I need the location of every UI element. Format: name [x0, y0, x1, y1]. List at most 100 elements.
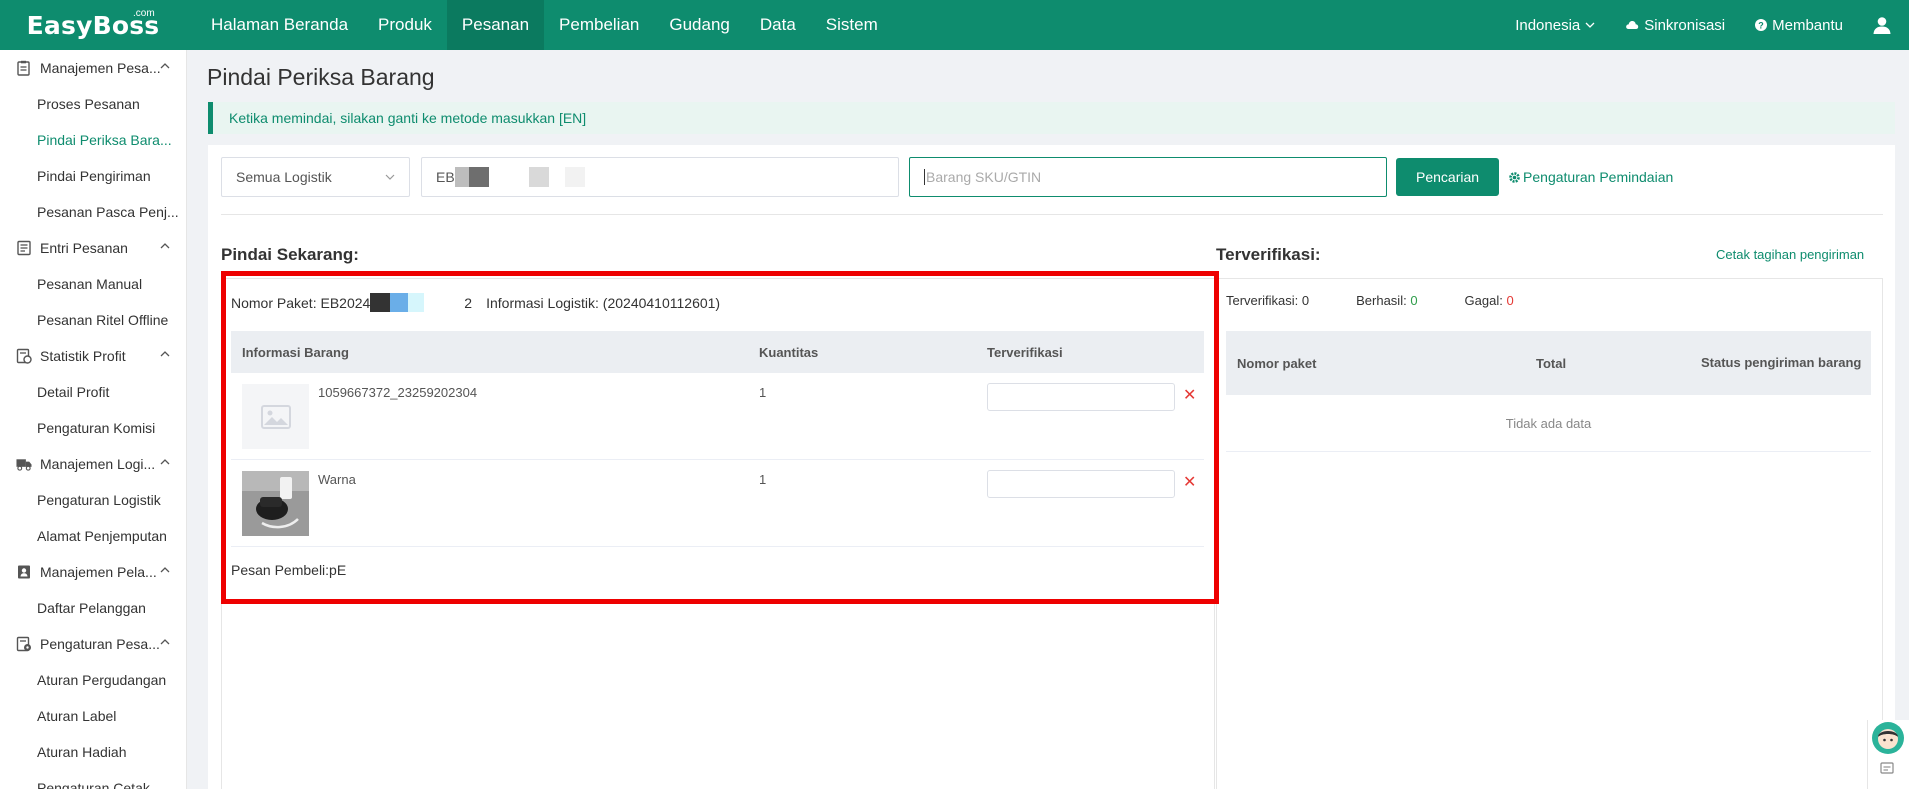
redaction-block — [528, 167, 549, 187]
sidebar-group-customers[interactable]: Manajemen Pela... — [0, 554, 186, 590]
chevron-up-icon — [160, 243, 170, 249]
help-button[interactable]: ? Membantu — [1755, 17, 1843, 34]
cloud-icon — [1626, 20, 1639, 29]
sidebar-group-label: Manajemen Logi... — [40, 456, 156, 472]
search-button[interactable]: Pencarian — [1396, 158, 1500, 196]
chevron-up-icon — [160, 567, 170, 573]
column-header: Status pengiriman barang — [1701, 355, 1862, 370]
gear-icon — [1509, 171, 1520, 183]
scan-settings-label: Pengaturan Pemindaian — [1523, 169, 1674, 185]
sidebar-group-logistics[interactable]: Manajemen Logi... — [0, 446, 186, 482]
scan-toolbar: Semua Logistik EB Barang SKU/GTIN Pencar… — [221, 157, 1673, 197]
verified-table: Nomor paket Total Status pengiriman bara… — [1226, 331, 1871, 452]
chevron-up-icon — [160, 351, 170, 357]
stat-fail-label: Gagal: — [1464, 293, 1503, 308]
table-header: Nomor paket Total Status pengiriman bara… — [1226, 331, 1871, 395]
sku-gtin-input[interactable]: Barang SKU/GTIN — [909, 157, 1387, 197]
package-number-input[interactable]: EB — [421, 157, 899, 197]
sidebar-item-alamat-penjemputan[interactable]: Alamat Penjemputan — [0, 518, 186, 554]
redaction-block — [564, 167, 585, 187]
language-selector[interactable]: Indonesia — [1515, 17, 1595, 34]
stat-success-label: Berhasil: — [1356, 293, 1407, 308]
print-shipping-bill-link[interactable]: Cetak tagihan pengiriman — [1716, 247, 1864, 262]
truck-icon — [16, 456, 32, 472]
sidebar-group-order-management[interactable]: Manajemen Pesa... — [0, 50, 186, 86]
sync-button[interactable]: Sinkronisasi — [1625, 17, 1725, 34]
brand-logo-sup: .com — [133, 8, 155, 19]
logistics-select-value: Semua Logistik — [236, 169, 332, 185]
sidebar-group-label: Manajemen Pela... — [40, 564, 157, 580]
info-alert: Ketika memindai, silakan ganti ke metode… — [208, 102, 1895, 134]
contacts-icon — [16, 564, 32, 580]
chevron-up-icon — [160, 63, 170, 69]
sku-gtin-placeholder: Barang SKU/GTIN — [926, 169, 1042, 185]
redaction-block — [548, 167, 565, 187]
nav-item-produk[interactable]: Produk — [363, 0, 447, 50]
brand-logo[interactable]: EasyBoss .com — [0, 0, 186, 50]
verified-panel: Terverifikasi: 0 Berhasil: 0 Gagal: 0 No… — [1216, 278, 1883, 789]
sidebar-item-pesanan-ritel[interactable]: Pesanan Ritel Offline — [0, 302, 186, 338]
floating-tools — [1867, 720, 1909, 789]
stat-success: Berhasil: 0 — [1356, 293, 1417, 308]
top-right-tools: Indonesia Sinkronisasi ? Membantu — [1515, 0, 1909, 50]
chevron-down-icon — [385, 174, 395, 180]
settings-document-icon — [16, 636, 32, 652]
sidebar-item-pesanan-pasca[interactable]: Pesanan Pasca Penj... — [0, 194, 186, 230]
stat-fail: Gagal: 0 — [1465, 293, 1514, 308]
package-input-value: EB — [436, 169, 455, 185]
stat-success-value: 0 — [1410, 293, 1418, 308]
divider — [221, 214, 1883, 215]
sidebar-item-aturan-hadiah[interactable]: Aturan Hadiah — [0, 734, 186, 770]
redaction-block — [488, 167, 529, 187]
top-navbar: EasyBoss .com Halaman Beranda Produk Pes… — [0, 0, 1909, 50]
nav-item-pesanan[interactable]: Pesanan — [446, 0, 545, 50]
text-cursor — [924, 169, 925, 185]
nav-item-pembelian[interactable]: Pembelian — [544, 0, 654, 50]
user-menu[interactable] — [1873, 16, 1891, 34]
support-avatar[interactable] — [1872, 722, 1904, 754]
clipboard-icon — [16, 60, 32, 76]
feedback-icon[interactable] — [1880, 762, 1894, 779]
question-circle-icon: ? — [1755, 19, 1768, 31]
sidebar-item-proses-pesanan[interactable]: Proses Pesanan — [0, 86, 186, 122]
logistics-select[interactable]: Semua Logistik — [221, 157, 410, 197]
nav-item-gudang[interactable]: Gudang — [654, 0, 745, 50]
language-label: Indonesia — [1515, 16, 1581, 34]
nav-item-sistem[interactable]: Sistem — [811, 0, 893, 50]
sidebar-item-pengaturan-logistik[interactable]: Pengaturan Logistik — [0, 482, 186, 518]
sidebar-item-aturan-pergudangan[interactable]: Aturan Pergudangan — [0, 662, 186, 698]
main-nav: Halaman Beranda Produk Pesanan Pembelian… — [196, 0, 893, 50]
sidebar-item-aturan-label[interactable]: Aturan Label — [0, 698, 186, 734]
sidebar-group-label: Statistik Profit — [40, 348, 126, 364]
column-header: Nomor paket — [1237, 355, 1317, 371]
sidebar-item-daftar-pelanggan[interactable]: Daftar Pelanggan — [0, 590, 186, 626]
verified-title: Terverifikasi: — [1216, 245, 1321, 264]
scan-now-title: Pindai Sekarang: — [221, 245, 359, 264]
sidebar-item-pengaturan-komisi[interactable]: Pengaturan Komisi — [0, 410, 186, 446]
sidebar-group-label: Pengaturan Pesa... — [40, 636, 160, 652]
column-header: Total — [1536, 355, 1567, 371]
chevron-up-icon — [160, 639, 170, 645]
sidebar-group-label: Entri Pesanan — [40, 240, 128, 256]
nav-item-beranda[interactable]: Halaman Beranda — [196, 0, 363, 50]
sidebar-item-detail-profit[interactable]: Detail Profit — [0, 374, 186, 410]
avatar-icon — [1878, 729, 1898, 749]
chevron-down-icon — [1585, 22, 1595, 28]
chart-report-icon — [16, 348, 32, 364]
sidebar-group-order-settings[interactable]: Pengaturan Pesa... — [0, 626, 186, 662]
sidebar: Manajemen Pesa... Proses Pesanan Pindai … — [0, 50, 187, 789]
sidebar-item-pengaturan-cetak[interactable]: Pengaturan Cetak... — [0, 770, 186, 789]
redaction-block — [454, 167, 469, 187]
page-title: Pindai Periksa Barang — [207, 64, 435, 90]
sidebar-group-order-entry[interactable]: Entri Pesanan — [0, 230, 186, 266]
sidebar-group-profit-stats[interactable]: Statistik Profit — [0, 338, 186, 374]
document-icon — [16, 240, 32, 256]
sidebar-item-pesanan-manual[interactable]: Pesanan Manual — [0, 266, 186, 302]
sidebar-item-pindai-periksa-barang[interactable]: Pindai Periksa Bara... — [0, 122, 186, 158]
empty-state: Tidak ada data — [1226, 395, 1871, 452]
nav-item-data[interactable]: Data — [745, 0, 811, 50]
svg-text:?: ? — [1758, 21, 1764, 31]
scan-settings-link[interactable]: Pengaturan Pemindaian — [1508, 169, 1673, 185]
stat-verified: Terverifikasi: 0 — [1226, 293, 1309, 308]
sidebar-item-pindai-pengiriman[interactable]: Pindai Pengiriman — [0, 158, 186, 194]
